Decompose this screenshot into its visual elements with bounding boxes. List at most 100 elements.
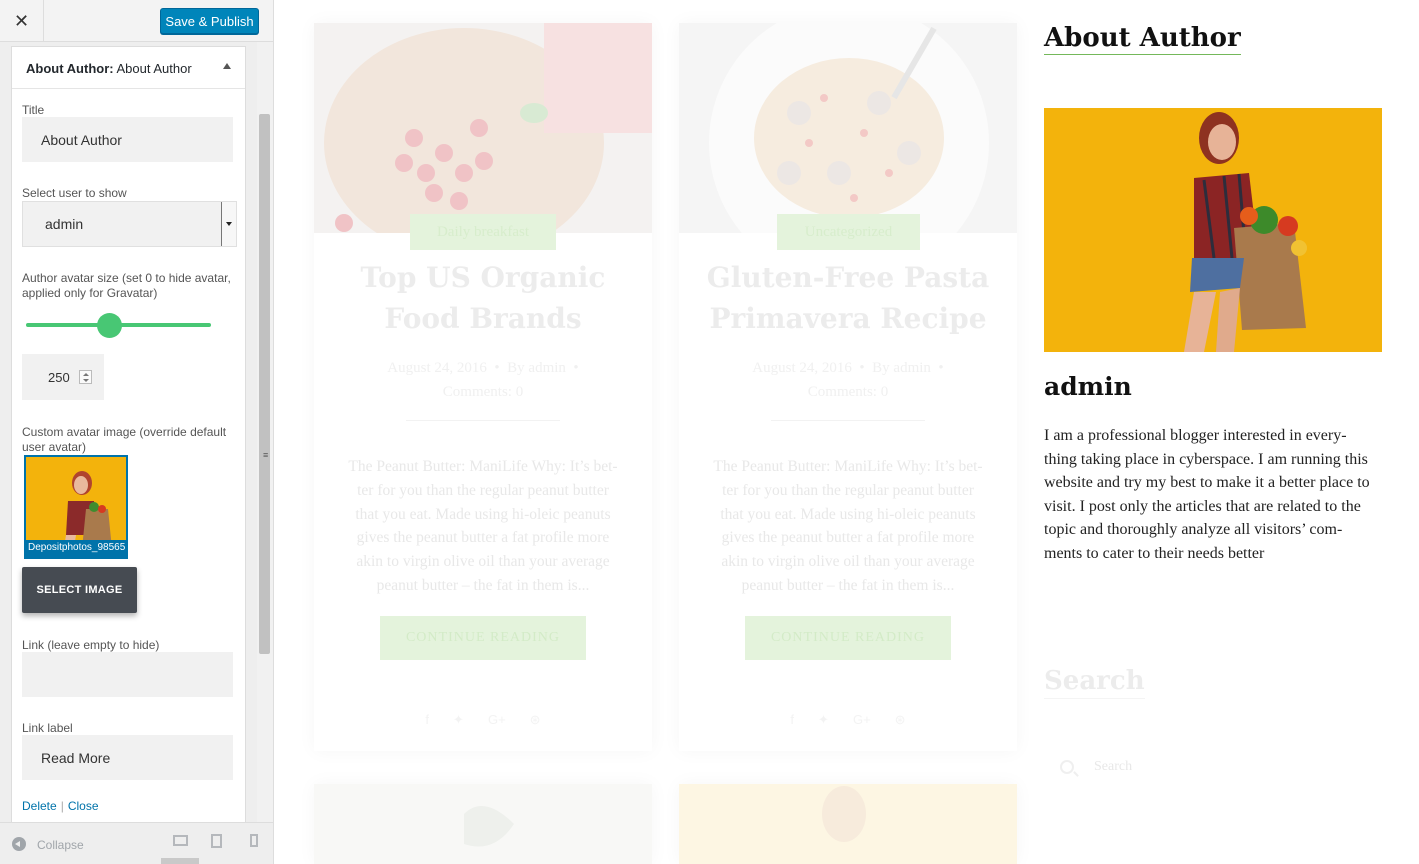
widget-instance-label: About Author xyxy=(116,61,192,76)
user-select-label: Select user to show xyxy=(22,186,127,200)
excerpt-line: gives the peanut butter a fat profile mo… xyxy=(721,529,975,547)
post-title[interactable]: Top US Organic Food Brands xyxy=(314,257,652,339)
close-customizer-button[interactable]: ✕ xyxy=(0,0,44,42)
bio-line: website and try my best to make it a bet… xyxy=(1044,474,1370,492)
post-image[interactable] xyxy=(679,23,1017,233)
post-title-line: Food Brands xyxy=(384,302,582,335)
post-card: Uncategorized Gluten-Free Pasta Primaver… xyxy=(679,23,1017,751)
post-date[interactable]: August 24, 2016 xyxy=(387,360,487,376)
raspberries-board-image xyxy=(314,23,652,233)
save-publish-button[interactable]: Save & Publish xyxy=(160,8,259,34)
pinterest-icon[interactable]: ⊛ xyxy=(895,712,906,728)
desktop-preview-icon[interactable] xyxy=(173,835,188,846)
excerpt-line: akin to virgin olive oil than your avera… xyxy=(356,553,610,571)
post-author-link[interactable]: admin xyxy=(528,360,566,376)
bio-line: topic and thoroughly analyze all visitor… xyxy=(1044,521,1343,539)
close-widget-link[interactable]: Close xyxy=(68,799,99,813)
post-category-badge[interactable]: Daily breakfast xyxy=(410,214,556,250)
post-title-line: Top US Organic xyxy=(360,261,606,294)
about-author-widget-form: About Author: About Author Title About A… xyxy=(11,46,246,822)
post-image xyxy=(679,784,1017,864)
post-excerpt: The Peanut Butter: ManiLife Why: It’s be… xyxy=(707,455,989,598)
search-form[interactable]: Search xyxy=(1044,750,1382,788)
post-title[interactable]: Gluten-Free Pasta Primavera Recipe xyxy=(679,257,1017,339)
search-input[interactable]: Search xyxy=(1094,759,1132,775)
post-meta: August 24, 2016 • By admin • Comments: 0 xyxy=(387,360,579,400)
twitter-icon[interactable]: ✦ xyxy=(818,712,829,728)
social-share-links: f ✦ G+ ⊛ xyxy=(314,712,652,728)
excerpt-line: peanut butter – the fat in them is... xyxy=(376,576,590,594)
google-plus-icon[interactable]: G+ xyxy=(488,712,506,728)
pasta-plate-image xyxy=(679,23,1017,233)
tablet-preview-icon[interactable] xyxy=(211,834,222,848)
actions-separator: | xyxy=(60,799,64,813)
bio-line: thing taking place in cyberspace. I am r… xyxy=(1044,450,1368,468)
comments-count[interactable]: 0 xyxy=(881,384,889,400)
search-icon[interactable] xyxy=(1060,760,1074,774)
custom-avatar-label: Custom avatar image (override default us… xyxy=(22,425,227,454)
facebook-icon[interactable]: f xyxy=(425,712,429,728)
continue-reading-button[interactable]: CONTINUE READING xyxy=(380,616,586,660)
author-bio: I am a professional blogger interested i… xyxy=(1044,424,1384,566)
post-card-partial[interactable] xyxy=(679,784,1017,864)
chevron-down-icon[interactable] xyxy=(221,202,236,246)
facebook-icon[interactable]: f xyxy=(790,712,794,728)
post-divider xyxy=(771,420,925,421)
user-select[interactable]: admin xyxy=(22,201,237,247)
bio-line: visit. I post only the articles that are… xyxy=(1044,497,1361,515)
post-image[interactable] xyxy=(314,23,652,233)
customizer-panel: About Author: About Author Title About A… xyxy=(0,42,273,822)
widget-type-label: About Author: xyxy=(26,61,114,76)
avatar-size-value: 250 xyxy=(48,370,70,385)
post-author-link[interactable]: admin xyxy=(893,360,931,376)
collapse-sidebar-icon[interactable] xyxy=(12,837,26,851)
excerpt-line: that you eat. Made using hi-oleic peanut… xyxy=(720,505,976,523)
post-category-badge[interactable]: Uncategorized xyxy=(777,214,920,250)
excerpt-line: gives the peanut butter a fat profile mo… xyxy=(356,529,610,547)
excerpt-line: The Peanut Butter: ManiLife Why: It’s be… xyxy=(713,458,983,475)
avatar-size-number-input[interactable]: 250 xyxy=(22,354,104,400)
search-widget-title: Search xyxy=(1044,664,1145,699)
scrollbar-thumb[interactable]: ≡ xyxy=(259,114,270,654)
google-plus-icon[interactable]: G+ xyxy=(853,712,871,728)
link-field-label: Link (leave empty to hide) xyxy=(22,638,160,652)
custom-avatar-thumbnail[interactable]: Depositphotos_98565 xyxy=(24,455,128,559)
mobile-preview-icon[interactable] xyxy=(250,834,258,847)
link-label-input[interactable]: Read More xyxy=(22,735,233,780)
bio-line: ments to cater to their needs better xyxy=(1044,544,1265,562)
post-card-partial[interactable] xyxy=(314,784,652,864)
customizer-app: ✕ Save & Publish About Author: About Aut… xyxy=(0,0,1419,864)
delete-widget-link[interactable]: Delete xyxy=(22,799,57,813)
title-field-label: Title xyxy=(22,103,45,117)
comments-count[interactable]: 0 xyxy=(516,384,524,400)
active-device-indicator xyxy=(161,858,199,864)
widget-actions: Delete | Close xyxy=(22,799,99,813)
excerpt-line: akin to virgin olive oil than your avera… xyxy=(721,553,975,571)
link-input[interactable] xyxy=(22,652,233,697)
collapse-arrow-icon[interactable] xyxy=(223,63,231,69)
widget-title-bar[interactable]: About Author: About Author xyxy=(12,47,245,89)
sidebar-scrollbar[interactable]: ≡ xyxy=(257,42,273,822)
post-card: Daily breakfast Top US Organic Food Bran… xyxy=(314,23,652,751)
customizer-header: ✕ Save & Publish xyxy=(0,0,273,42)
post-date[interactable]: August 24, 2016 xyxy=(752,360,852,376)
post-divider xyxy=(406,420,560,421)
collapse-sidebar-label[interactable]: Collapse xyxy=(37,838,84,852)
excerpt-line: peanut butter – the fat in them is... xyxy=(741,576,955,594)
twitter-icon[interactable]: ✦ xyxy=(453,712,464,728)
author-avatar-image xyxy=(1044,108,1382,352)
thumbnail-filename: Depositphotos_98565 xyxy=(26,540,126,557)
comments-label: Comments: xyxy=(807,384,877,400)
select-image-button[interactable]: SELECT IMAGE xyxy=(22,567,137,613)
user-select-value: admin xyxy=(45,216,84,232)
woman-with-groceries-image xyxy=(1044,108,1382,352)
number-spinner-icon[interactable] xyxy=(79,370,92,384)
excerpt-line: ter for you than the regular peanut butt… xyxy=(722,481,974,499)
pinterest-icon[interactable]: ⊛ xyxy=(530,712,541,728)
title-input[interactable]: About Author xyxy=(22,117,233,162)
avatar-size-slider-handle[interactable] xyxy=(96,313,122,338)
comments-label: Comments: xyxy=(442,384,512,400)
post-excerpt: The Peanut Butter: ManiLife Why: It’s be… xyxy=(342,455,624,598)
post-meta: August 24, 2016 • By admin • Comments: 0 xyxy=(752,360,944,400)
continue-reading-button[interactable]: CONTINUE READING xyxy=(745,616,951,660)
